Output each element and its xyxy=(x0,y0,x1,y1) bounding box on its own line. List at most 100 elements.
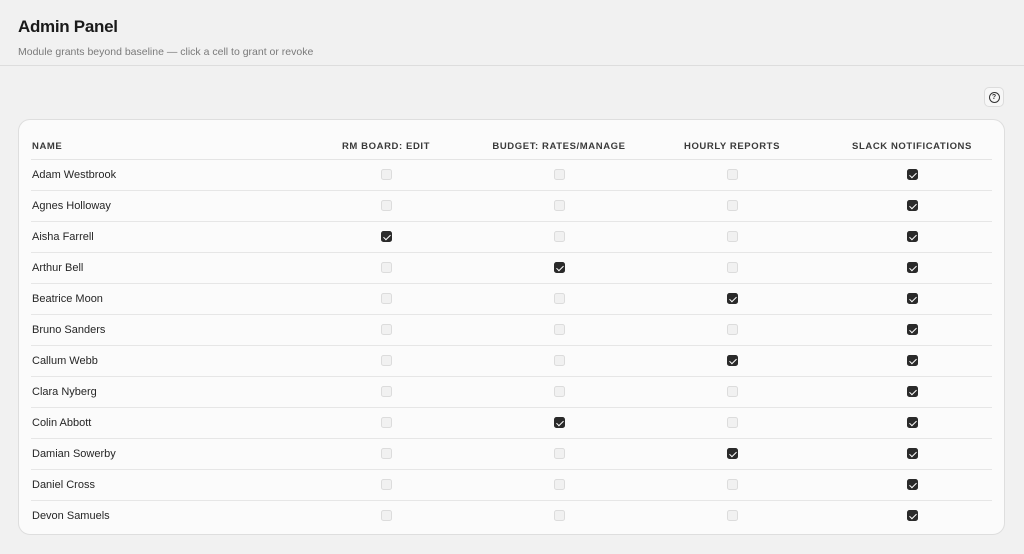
grant-cell-rm-board-edit[interactable] xyxy=(286,252,486,284)
grant-checkbox-budget-rates-manage[interactable] xyxy=(553,355,565,367)
grant-cell-hourly-reports[interactable] xyxy=(632,345,832,377)
grant-cell-budget-rates-manage[interactable] xyxy=(486,283,632,315)
grant-cell-budget-rates-manage[interactable] xyxy=(486,190,632,222)
grant-cell-budget-rates-manage[interactable] xyxy=(486,221,632,253)
grant-cell-budget-rates-manage[interactable] xyxy=(486,469,632,501)
grant-cell-rm-board-edit[interactable] xyxy=(286,190,486,222)
grant-cell-hourly-reports[interactable] xyxy=(632,221,832,253)
grant-checkbox-rm-board-edit[interactable] xyxy=(380,169,392,181)
grant-cell-hourly-reports[interactable] xyxy=(632,283,832,315)
table-row: Aisha Farrell xyxy=(31,221,992,253)
grant-cell-budget-rates-manage[interactable] xyxy=(486,501,632,532)
grant-checkbox-rm-board-edit[interactable] xyxy=(380,293,392,305)
grant-checkbox-rm-board-edit[interactable] xyxy=(380,231,392,243)
grant-cell-hourly-reports[interactable] xyxy=(632,376,832,408)
grant-checkbox-slack-notifications[interactable] xyxy=(906,231,918,243)
grant-checkbox-hourly-reports[interactable] xyxy=(726,293,738,305)
grant-checkbox-hourly-reports[interactable] xyxy=(726,231,738,243)
grant-checkbox-slack-notifications[interactable] xyxy=(906,324,918,336)
grant-cell-slack-notifications[interactable] xyxy=(832,469,992,501)
grant-cell-rm-board-edit[interactable] xyxy=(286,469,486,501)
grant-checkbox-budget-rates-manage[interactable] xyxy=(553,231,565,243)
help-button[interactable]: ? xyxy=(984,87,1004,107)
grant-checkbox-budget-rates-manage[interactable] xyxy=(553,510,565,522)
grant-cell-rm-board-edit[interactable] xyxy=(286,283,486,315)
grant-cell-budget-rates-manage[interactable] xyxy=(486,314,632,346)
grant-checkbox-hourly-reports[interactable] xyxy=(726,386,738,398)
grant-cell-rm-board-edit[interactable] xyxy=(286,221,486,253)
grant-checkbox-budget-rates-manage[interactable] xyxy=(553,386,565,398)
grant-checkbox-hourly-reports[interactable] xyxy=(726,262,738,274)
grant-cell-slack-notifications[interactable] xyxy=(832,314,992,346)
grant-checkbox-budget-rates-manage[interactable] xyxy=(553,448,565,460)
grant-cell-slack-notifications[interactable] xyxy=(832,190,992,222)
grant-cell-budget-rates-manage[interactable] xyxy=(486,252,632,284)
grant-checkbox-slack-notifications[interactable] xyxy=(906,417,918,429)
grant-checkbox-rm-board-edit[interactable] xyxy=(380,479,392,491)
grant-checkbox-hourly-reports[interactable] xyxy=(726,169,738,181)
grant-checkbox-slack-notifications[interactable] xyxy=(906,386,918,398)
grant-cell-slack-notifications[interactable] xyxy=(832,283,992,315)
grant-cell-rm-board-edit[interactable] xyxy=(286,501,486,532)
grant-checkbox-budget-rates-manage[interactable] xyxy=(553,293,565,305)
grant-checkbox-slack-notifications[interactable] xyxy=(906,479,918,491)
grant-cell-slack-notifications[interactable] xyxy=(832,159,992,191)
grant-cell-rm-board-edit[interactable] xyxy=(286,345,486,377)
grant-checkbox-rm-board-edit[interactable] xyxy=(380,417,392,429)
grant-cell-slack-notifications[interactable] xyxy=(832,376,992,408)
grant-cell-hourly-reports[interactable] xyxy=(632,501,832,532)
grant-cell-hourly-reports[interactable] xyxy=(632,469,832,501)
grant-cell-rm-board-edit[interactable] xyxy=(286,407,486,439)
grant-checkbox-rm-board-edit[interactable] xyxy=(380,386,392,398)
grant-checkbox-rm-board-edit[interactable] xyxy=(380,262,392,274)
grant-checkbox-budget-rates-manage[interactable] xyxy=(553,324,565,336)
grant-checkbox-budget-rates-manage[interactable] xyxy=(553,417,565,429)
grant-checkbox-hourly-reports[interactable] xyxy=(726,355,738,367)
grant-cell-hourly-reports[interactable] xyxy=(632,190,832,222)
grant-cell-hourly-reports[interactable] xyxy=(632,159,832,191)
grant-checkbox-budget-rates-manage[interactable] xyxy=(553,262,565,274)
grant-cell-budget-rates-manage[interactable] xyxy=(486,407,632,439)
grant-checkbox-slack-notifications[interactable] xyxy=(906,510,918,522)
grant-checkbox-hourly-reports[interactable] xyxy=(726,324,738,336)
grant-checkbox-slack-notifications[interactable] xyxy=(906,448,918,460)
grant-checkbox-budget-rates-manage[interactable] xyxy=(553,200,565,212)
grant-checkbox-rm-board-edit[interactable] xyxy=(380,355,392,367)
grant-cell-budget-rates-manage[interactable] xyxy=(486,438,632,470)
grant-cell-rm-board-edit[interactable] xyxy=(286,376,486,408)
grant-checkbox-rm-board-edit[interactable] xyxy=(380,510,392,522)
grant-checkbox-hourly-reports[interactable] xyxy=(726,417,738,429)
grant-checkbox-slack-notifications[interactable] xyxy=(906,293,918,305)
grant-checkbox-slack-notifications[interactable] xyxy=(906,262,918,274)
grant-cell-rm-board-edit[interactable] xyxy=(286,159,486,191)
grant-cell-slack-notifications[interactable] xyxy=(832,345,992,377)
grant-checkbox-hourly-reports[interactable] xyxy=(726,479,738,491)
grant-cell-slack-notifications[interactable] xyxy=(832,438,992,470)
grant-cell-budget-rates-manage[interactable] xyxy=(486,159,632,191)
grant-checkbox-hourly-reports[interactable] xyxy=(726,200,738,212)
grant-checkbox-budget-rates-manage[interactable] xyxy=(553,169,565,181)
user-name: Bruno Sanders xyxy=(31,314,286,346)
grant-cell-slack-notifications[interactable] xyxy=(832,407,992,439)
grant-checkbox-slack-notifications[interactable] xyxy=(906,169,918,181)
grant-checkbox-rm-board-edit[interactable] xyxy=(380,324,392,336)
grant-cell-slack-notifications[interactable] xyxy=(832,501,992,532)
grant-cell-hourly-reports[interactable] xyxy=(632,314,832,346)
grant-cell-hourly-reports[interactable] xyxy=(632,252,832,284)
grant-cell-hourly-reports[interactable] xyxy=(632,438,832,470)
grant-checkbox-hourly-reports[interactable] xyxy=(726,510,738,522)
grant-cell-budget-rates-manage[interactable] xyxy=(486,345,632,377)
grant-cell-slack-notifications[interactable] xyxy=(832,221,992,253)
grant-cell-hourly-reports[interactable] xyxy=(632,407,832,439)
table-row: Adam Westbrook xyxy=(31,159,992,191)
grant-cell-budget-rates-manage[interactable] xyxy=(486,376,632,408)
grant-checkbox-rm-board-edit[interactable] xyxy=(380,200,392,212)
grant-checkbox-budget-rates-manage[interactable] xyxy=(553,479,565,491)
grant-checkbox-hourly-reports[interactable] xyxy=(726,448,738,460)
grant-checkbox-slack-notifications[interactable] xyxy=(906,355,918,367)
grant-checkbox-rm-board-edit[interactable] xyxy=(380,448,392,460)
grant-checkbox-slack-notifications[interactable] xyxy=(906,200,918,212)
grant-cell-slack-notifications[interactable] xyxy=(832,252,992,284)
grant-cell-rm-board-edit[interactable] xyxy=(286,314,486,346)
grant-cell-rm-board-edit[interactable] xyxy=(286,438,486,470)
